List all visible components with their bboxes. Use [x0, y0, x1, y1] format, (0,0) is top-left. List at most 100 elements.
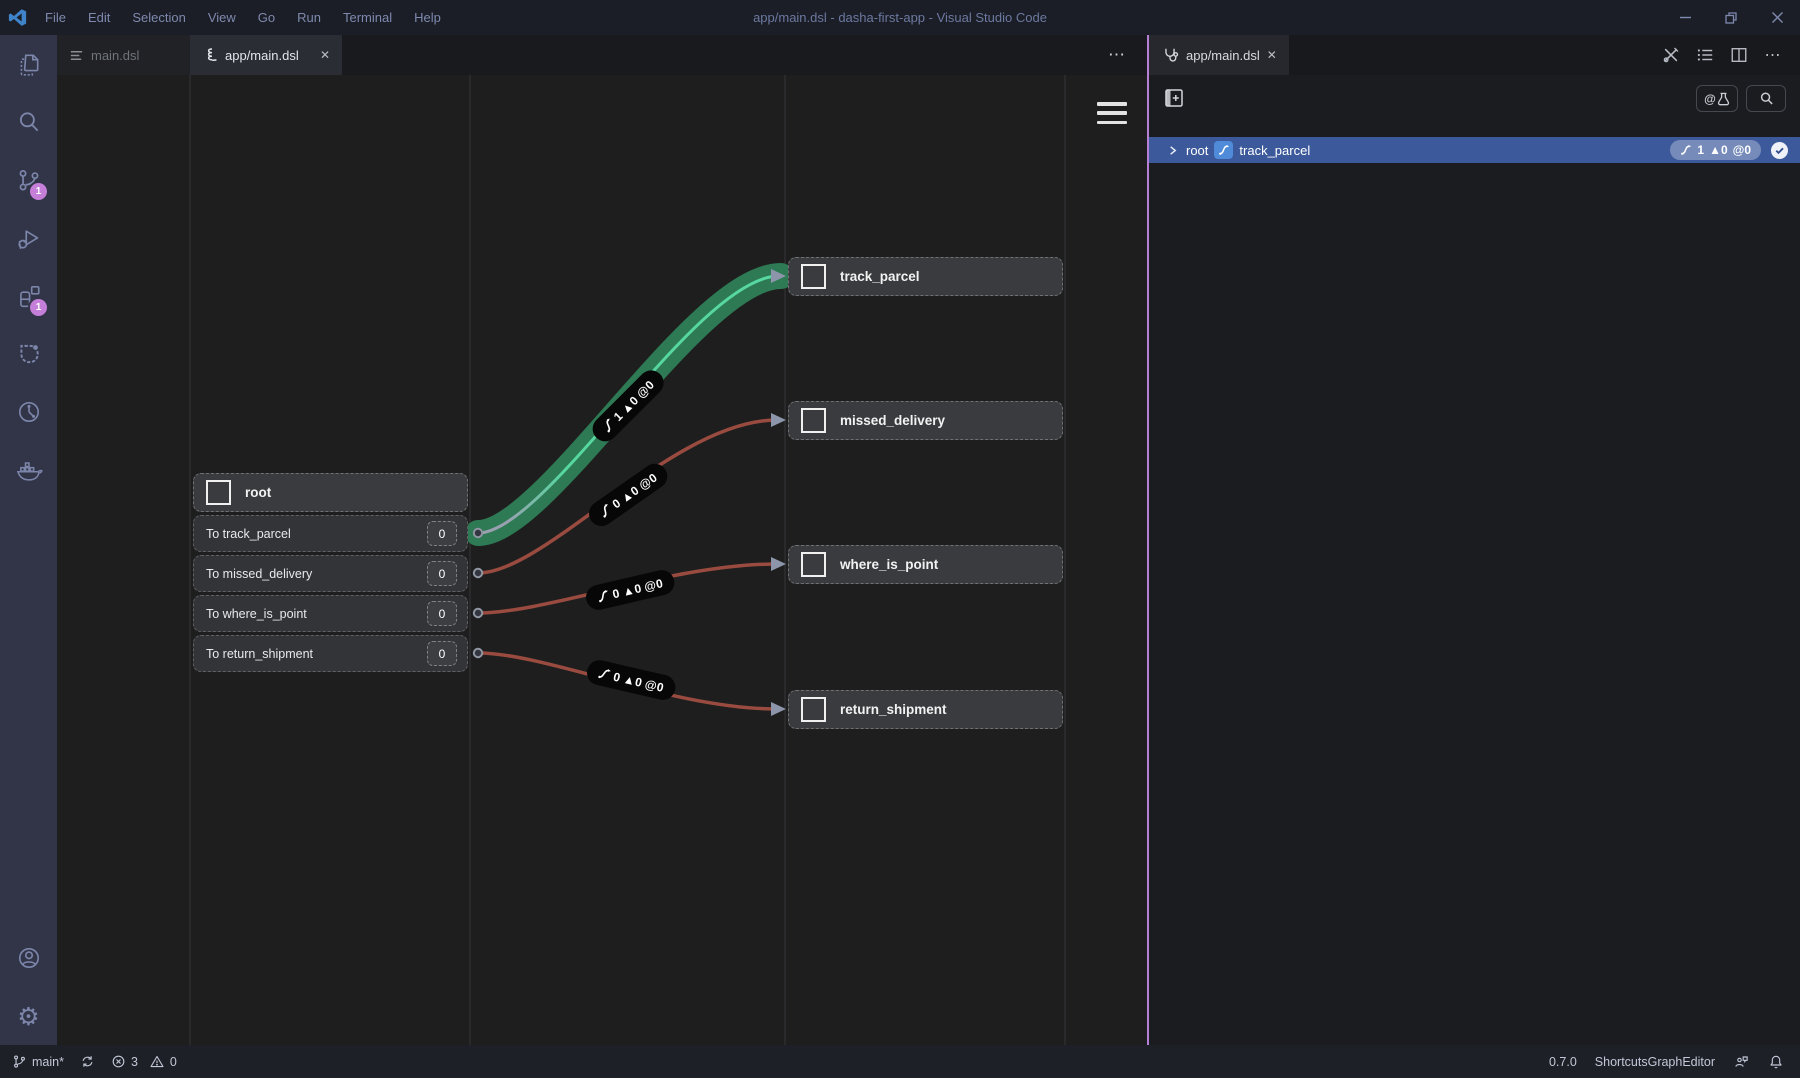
transition-count: 0 — [427, 521, 457, 546]
checklist-icon[interactable] — [1692, 42, 1718, 68]
tab-main-dsl[interactable]: main.dsl — [57, 35, 190, 75]
node-checkbox[interactable] — [801, 408, 826, 433]
warning-icon — [149, 1054, 165, 1069]
tab-label: app/main.dsl — [225, 48, 299, 63]
transition-count: 0 — [427, 561, 457, 586]
node-missed-delivery[interactable]: missed_delivery — [788, 401, 1063, 440]
node-label: track_parcel — [840, 269, 920, 284]
menu-bar: File Edit Selection View Go Run Terminal… — [34, 0, 452, 35]
sync-icon — [80, 1054, 95, 1069]
transition-icon — [596, 588, 612, 604]
sync-button[interactable] — [80, 1054, 95, 1069]
extension-version[interactable]: 0.7.0 — [1549, 1055, 1577, 1069]
add-node-icon[interactable] — [1163, 87, 1185, 109]
panel-tab-bar: app/main.dsl ✕ ⋯ — [1149, 35, 1800, 75]
transition-count: 0 — [427, 641, 457, 666]
node-label: missed_delivery — [840, 413, 945, 428]
node-checkbox[interactable] — [801, 697, 826, 722]
settings-gear-icon[interactable]: ⚙ — [0, 987, 57, 1045]
tree-row-source: root — [1186, 143, 1208, 158]
tools-icon[interactable] — [1658, 42, 1684, 68]
activity-bar: 1 1 ⚙ — [0, 35, 57, 1045]
close-tab-icon[interactable]: ✕ — [320, 48, 330, 62]
close-panel-tab-icon[interactable]: ✕ — [1267, 48, 1277, 62]
panel-toolbar: @ — [1149, 85, 1800, 119]
node-where-is-point[interactable]: where_is_point — [788, 545, 1063, 584]
error-icon — [111, 1054, 126, 1069]
node-checkbox[interactable] — [801, 264, 826, 289]
menu-run[interactable]: Run — [286, 0, 332, 35]
vscode-logo-icon — [0, 8, 34, 27]
chevron-right-icon[interactable] — [1167, 145, 1178, 156]
source-control-badge: 1 — [28, 181, 49, 202]
panel-tab-label: app/main.dsl — [1186, 48, 1260, 63]
transition-row-return-shipment[interactable]: To return_shipment 0 — [193, 635, 468, 672]
menu-terminal[interactable]: Terminal — [332, 0, 403, 35]
accounts-icon[interactable] — [0, 929, 57, 987]
close-window-button[interactable] — [1754, 0, 1800, 35]
menu-file[interactable]: File — [34, 0, 77, 35]
extensions-badge: 1 — [28, 297, 49, 318]
minimize-button[interactable] — [1662, 0, 1708, 35]
node-label: return_shipment — [840, 702, 947, 717]
problems-indicator[interactable]: 3 0 — [111, 1054, 177, 1069]
transition-icon — [597, 666, 613, 682]
extensions-icon[interactable]: 1 — [0, 267, 57, 325]
tree-row-root-track-parcel[interactable]: root track_parcel 1 ▲0 @0 — [1149, 137, 1800, 163]
panel-splitter[interactable] — [1147, 35, 1149, 1045]
menu-view[interactable]: View — [197, 0, 247, 35]
tree-row-target: track_parcel — [1239, 143, 1310, 158]
extension-name[interactable]: ShortcutsGraphEditor — [1595, 1055, 1715, 1069]
panel-more-actions[interactable]: ⋯ — [1760, 42, 1786, 68]
transition-icon — [1214, 141, 1233, 159]
graph-file-icon — [202, 47, 218, 63]
check-circle-icon[interactable] — [1771, 142, 1788, 159]
node-root[interactable]: root — [193, 473, 468, 512]
notifications-bell-icon[interactable] — [1768, 1054, 1784, 1070]
menu-go[interactable]: Go — [247, 0, 286, 35]
node-label: root — [245, 485, 271, 500]
branch-icon — [12, 1054, 27, 1069]
restore-button[interactable] — [1708, 0, 1754, 35]
graph-canvas[interactable]: root To track_parcel 0 To missed_deliver… — [57, 75, 1148, 1045]
tab-app-main-dsl[interactable]: app/main.dsl ✕ — [190, 35, 342, 75]
panel-search-button[interactable] — [1746, 85, 1786, 112]
graph-side-panel: app/main.dsl ✕ ⋯ — [1149, 35, 1800, 1045]
docker-icon[interactable] — [0, 441, 57, 499]
tree-row-badge: 1 ▲0 @0 — [1670, 140, 1761, 160]
run-debug-icon[interactable] — [0, 209, 57, 267]
stethoscope-icon — [1161, 46, 1179, 64]
source-control-icon[interactable]: 1 — [0, 151, 57, 209]
transition-row-missed-delivery[interactable]: To missed_delivery 0 — [193, 555, 468, 592]
editor-more-actions[interactable]: ⋯ — [1108, 45, 1126, 65]
editor-tab-bar: main.dsl app/main.dsl ✕ ⋯ — [57, 35, 1148, 75]
graph-menu-icon[interactable] — [1097, 100, 1127, 126]
titlebar: File Edit Selection View Go Run Terminal… — [0, 0, 1800, 35]
panel-tab-app-main-dsl[interactable]: app/main.dsl ✕ — [1149, 35, 1289, 75]
search-icon[interactable] — [0, 93, 57, 151]
node-label: where_is_point — [840, 557, 938, 572]
node-return-shipment[interactable]: return_shipment — [788, 690, 1063, 729]
transition-icon — [1680, 144, 1692, 156]
test-mentions-button[interactable]: @ — [1696, 85, 1738, 112]
transition-row-where-is-point[interactable]: To where_is_point 0 — [193, 595, 468, 632]
node-checkbox[interactable] — [206, 480, 231, 505]
feedback-icon[interactable] — [1733, 1054, 1750, 1070]
transition-count: 0 — [427, 601, 457, 626]
status-bar: main* 3 0 0.7.0 ShortcutsGraphEditor — [0, 1045, 1800, 1078]
search-icon — [1759, 91, 1774, 106]
node-track-parcel[interactable]: track_parcel — [788, 257, 1063, 296]
menu-help[interactable]: Help — [403, 0, 452, 35]
flask-icon — [1717, 92, 1730, 106]
menu-selection[interactable]: Selection — [121, 0, 196, 35]
dasha-extension-icon[interactable] — [0, 325, 57, 383]
remote-graph-icon[interactable] — [0, 383, 57, 441]
tab-label: main.dsl — [91, 48, 139, 63]
file-lines-icon — [69, 48, 84, 63]
branch-indicator[interactable]: main* — [12, 1054, 64, 1069]
explorer-icon[interactable] — [0, 35, 57, 93]
menu-edit[interactable]: Edit — [77, 0, 121, 35]
split-editor-icon[interactable] — [1726, 42, 1752, 68]
node-checkbox[interactable] — [801, 552, 826, 577]
transition-row-track-parcel[interactable]: To track_parcel 0 — [193, 515, 468, 552]
